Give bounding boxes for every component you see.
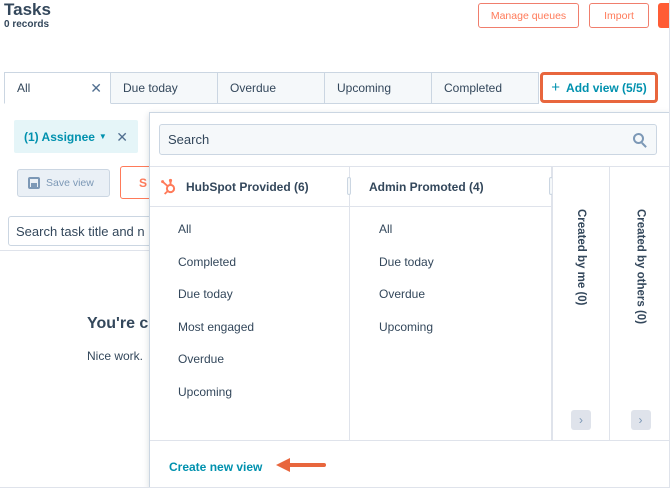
column-header: Admin Promoted (4) xyxy=(350,167,553,207)
tasks-page: Tasks 0 records Manage queues Import All… xyxy=(0,0,670,488)
save-view-button[interactable]: Save view xyxy=(17,169,110,197)
import-button[interactable]: Import xyxy=(589,3,649,28)
assignee-filter-label: (1) Assignee xyxy=(24,129,95,144)
add-view-dropdown: Search HubSpot Provided (6) All Complete… xyxy=(149,112,669,487)
caret-down-icon: ▼ xyxy=(98,132,107,141)
view-item[interactable]: Overdue xyxy=(150,343,349,376)
column-title: Created by others (0) xyxy=(634,209,647,325)
tab-overdue[interactable]: Overdue xyxy=(218,72,325,104)
add-view-button[interactable]: + Add view (5/5) xyxy=(551,79,646,96)
view-item[interactable]: Most engaged xyxy=(150,311,349,344)
create-new-view-link[interactable]: Create new view xyxy=(169,460,262,474)
empty-state-subtitle: Nice work. xyxy=(87,349,144,363)
view-search-placeholder: Search xyxy=(168,132,210,147)
tab-label: Upcoming xyxy=(337,81,392,95)
created-by-others-column[interactable]: Created by others (0) › xyxy=(610,167,669,440)
tab-due-today[interactable]: Due today xyxy=(111,72,218,104)
save-disk-icon xyxy=(28,177,40,189)
view-list: All Due today Overdue Upcoming xyxy=(350,207,551,343)
view-item[interactable]: Due today xyxy=(350,246,551,279)
task-search-input[interactable]: Search task title and n xyxy=(8,216,168,246)
view-item[interactable]: Overdue xyxy=(350,278,551,311)
column-title: Created by me (0) xyxy=(575,209,587,306)
tab-label: Overdue xyxy=(230,81,277,95)
tab-label: All xyxy=(17,81,31,95)
close-icon[interactable]: ✕ xyxy=(116,129,128,146)
hubspot-sprocket-icon xyxy=(160,178,178,196)
save-view-label: Save view xyxy=(46,177,94,189)
column-title: Admin Promoted (4) xyxy=(369,179,484,194)
admin-promoted-column: Admin Promoted (4) All Due today Overdue… xyxy=(350,167,553,440)
created-by-me-column[interactable]: Created by me (0) › xyxy=(552,167,610,440)
view-list: All Completed Due today Most engaged Ove… xyxy=(150,207,349,408)
view-item[interactable]: All xyxy=(350,213,551,246)
search-icon xyxy=(633,133,644,144)
annotation-arrow-icon xyxy=(276,458,326,472)
tab-label: Due today xyxy=(123,81,178,95)
assignee-filter[interactable]: (1) Assignee ▼ ✕ xyxy=(14,120,138,153)
record-count: 0 records xyxy=(4,19,50,30)
tab-upcoming[interactable]: Upcoming xyxy=(325,72,432,104)
tab-completed[interactable]: Completed xyxy=(432,72,539,104)
view-item[interactable]: Completed xyxy=(150,246,349,279)
hubspot-provided-column: HubSpot Provided (6) All Completed Due t… xyxy=(150,167,351,440)
create-task-button[interactable] xyxy=(658,3,669,28)
view-tabs: All ✕ Due today Overdue Upcoming Complet… xyxy=(4,72,539,104)
add-view-highlight: + Add view (5/5) xyxy=(540,72,658,103)
view-item[interactable]: Upcoming xyxy=(150,376,349,409)
empty-state-title: You're c xyxy=(87,315,149,332)
view-columns: HubSpot Provided (6) All Completed Due t… xyxy=(150,166,669,441)
view-item[interactable]: Upcoming xyxy=(350,311,551,344)
tab-all[interactable]: All ✕ xyxy=(4,72,111,104)
chevron-right-icon[interactable]: › xyxy=(571,410,591,430)
view-search-input[interactable]: Search xyxy=(159,124,657,155)
view-item[interactable]: All xyxy=(150,213,349,246)
close-icon[interactable]: ✕ xyxy=(90,80,102,97)
view-item[interactable]: Due today xyxy=(150,278,349,311)
column-title: HubSpot Provided (6) xyxy=(186,179,309,194)
column-header: HubSpot Provided (6) xyxy=(150,167,351,207)
page-title: Tasks xyxy=(4,0,51,19)
chevron-right-icon[interactable]: › xyxy=(630,410,651,430)
add-view-label: Add view (5/5) xyxy=(566,80,647,95)
divider xyxy=(0,250,160,251)
plus-icon: + xyxy=(551,79,561,96)
manage-queues-button[interactable]: Manage queues xyxy=(478,3,579,28)
tab-label: Completed xyxy=(444,81,503,95)
